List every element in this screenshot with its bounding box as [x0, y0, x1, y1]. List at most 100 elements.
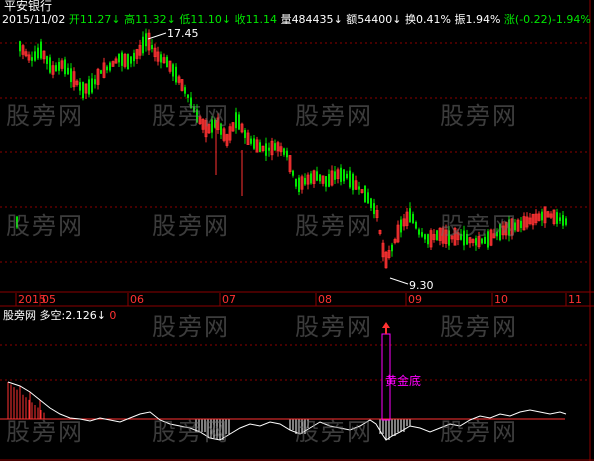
candle-body	[79, 82, 81, 91]
candle-body	[268, 147, 270, 151]
month-label: 06	[130, 293, 144, 306]
candle-body	[88, 79, 90, 95]
candle-body	[412, 213, 414, 224]
candle-body	[358, 186, 360, 190]
amount-label: 额	[346, 13, 358, 26]
candle-body	[109, 62, 111, 71]
candle-body	[40, 41, 42, 59]
down-arrow-icon: ↓	[333, 13, 343, 26]
turnover-value: 0.41%	[416, 13, 451, 26]
candle-body	[274, 143, 276, 151]
candle-body	[250, 138, 252, 144]
month-label: 09	[408, 293, 422, 306]
candle-body	[364, 185, 366, 203]
candle-body	[91, 78, 93, 93]
watermark: 股旁网	[440, 212, 518, 240]
candle-body	[295, 179, 297, 187]
month-label: 08	[318, 293, 332, 306]
candle-body	[166, 56, 168, 68]
indicator-extra: 0	[109, 309, 117, 322]
month-label: 05	[42, 293, 56, 306]
candle-body	[265, 143, 267, 156]
watermark: 股旁网	[440, 313, 518, 341]
candle-body	[94, 79, 96, 85]
candle-body	[292, 170, 294, 176]
candle-body	[349, 170, 351, 188]
high-value: 11.32	[135, 13, 167, 26]
open-value: 11.27	[79, 13, 112, 26]
quote-date: 2015/11/02	[2, 13, 66, 26]
candle-body	[559, 217, 561, 222]
watermark: 股旁网	[152, 418, 230, 446]
candle-body	[34, 51, 36, 61]
candle-body	[325, 176, 327, 187]
candle-body	[343, 169, 345, 182]
down-arrow-icon: ↓	[166, 13, 176, 26]
candle-body	[70, 68, 72, 83]
candle-body	[436, 230, 438, 241]
month-label: 11	[568, 293, 582, 306]
signal-label: 黄金底	[385, 373, 421, 388]
watermark: 股旁网	[6, 212, 84, 240]
max-price-label: 17.45	[167, 27, 199, 40]
amplitude-label: 振	[454, 13, 466, 26]
candle-body	[49, 57, 51, 73]
watermark: 股旁网	[295, 212, 373, 240]
candle-body	[541, 211, 543, 221]
candle-body	[259, 142, 261, 153]
candle-body	[253, 138, 255, 149]
candle-body	[415, 221, 417, 229]
down-arrow-icon: ↓	[221, 13, 232, 26]
candle-body	[64, 59, 66, 75]
low-value: 11.10	[190, 13, 222, 26]
candle-body	[58, 62, 60, 71]
candle-body	[244, 130, 246, 138]
candle-body	[46, 56, 48, 64]
candle-body	[346, 173, 348, 179]
candle-body	[172, 64, 174, 77]
indicator-header: 股旁网 多空:2.126↓ 0	[3, 310, 116, 322]
min-price-marker: 9.30	[389, 277, 434, 292]
close-value: 11.14	[245, 13, 278, 26]
candle-body	[340, 167, 342, 182]
indicator-name: 股旁网	[3, 309, 36, 322]
amount-value: 54400	[357, 13, 393, 26]
candle-body	[373, 203, 375, 215]
stock-title[interactable]: 平安银行	[4, 0, 52, 12]
month-label: 10	[494, 293, 508, 306]
candle-body	[121, 52, 123, 66]
candle-body	[520, 220, 522, 228]
min-price-label: 9.30	[409, 279, 434, 292]
candle-body	[142, 36, 144, 54]
indicator-series-label: 多空	[39, 309, 62, 322]
candle-body	[283, 148, 285, 155]
candle-body	[565, 218, 567, 225]
candle-body	[151, 44, 153, 50]
golden-bottom-signal[interactable]: 黄金底	[381, 322, 421, 421]
candle-body	[400, 219, 402, 233]
candle-body	[235, 112, 237, 129]
candle-body	[106, 66, 108, 71]
turnover-label: 换	[405, 13, 416, 26]
down-arrow-icon: ↓	[111, 13, 121, 26]
candle-body	[160, 54, 162, 63]
candle-body	[55, 65, 57, 72]
candle-body	[19, 41, 21, 52]
candle-body	[145, 33, 147, 47]
change-value: (-0.22)-1.94%	[514, 13, 591, 26]
candle-body	[184, 87, 186, 94]
quote-bar: 2015/11/02 开11.27↓ 高11.32↓ 低11.10↓ 收11.1…	[2, 14, 591, 26]
candle-body	[556, 212, 558, 224]
close-label: 收	[234, 13, 246, 26]
candle-body	[31, 57, 33, 61]
month-label: 07	[222, 293, 236, 306]
candle-body	[316, 171, 318, 181]
candle-body	[238, 114, 240, 130]
high-label: 高	[124, 13, 136, 26]
candle-body	[127, 53, 129, 70]
month-axis: 201505 06 07 08 09 10 11	[15, 293, 582, 306]
watermark: 股旁网	[6, 418, 84, 446]
watermark: 股旁网	[152, 212, 230, 240]
candle-body	[421, 232, 423, 237]
watermark: 股旁网	[152, 313, 230, 341]
